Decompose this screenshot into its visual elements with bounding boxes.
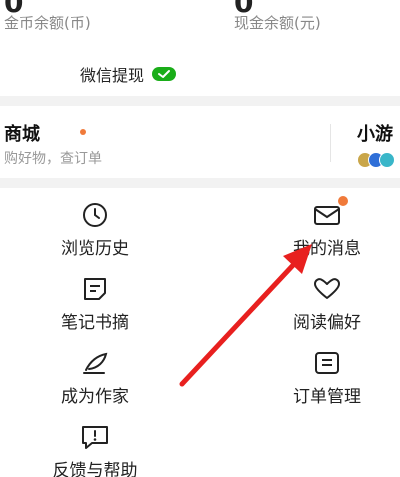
menu-item-label: 我的消息 — [293, 239, 361, 259]
shop-title[interactable]: 商城 — [4, 120, 40, 146]
menu-item-orders[interactable]: 订单管理 — [232, 350, 400, 407]
shop-new-dot — [80, 129, 86, 135]
menu-item-messages[interactable]: 我的消息 — [232, 196, 400, 259]
menu-item-label: 订单管理 — [293, 387, 361, 407]
clock-icon — [80, 202, 110, 228]
menu-item-feedback[interactable]: 反馈与帮助 — [0, 424, 190, 477]
menu-item-preferences[interactable]: 阅读偏好 — [232, 276, 400, 333]
menu-item-label: 反馈与帮助 — [52, 461, 138, 477]
balance-section: 0 金币余额(币) 0 现金余额(元) 微信提现 — [0, 0, 400, 96]
menu-item-notes[interactable]: 笔记书摘 — [0, 276, 190, 333]
cash-label[interactable]: 现金余额(元) — [234, 12, 321, 33]
wechat-icon — [152, 67, 177, 81]
menu-item-label: 成为作家 — [61, 387, 129, 407]
coins-label[interactable]: 金币余额(币) — [4, 12, 91, 33]
unread-dot — [338, 196, 348, 206]
menu-item-label: 阅读偏好 — [293, 313, 361, 333]
shop-card: 商城 购好物，查订单 小游 — [0, 106, 400, 178]
menu-item-become-writer[interactable]: 成为作家 — [0, 350, 190, 407]
menu-item-label: 笔记书摘 — [61, 313, 129, 333]
shop-subtitle[interactable]: 购好物，查订单 — [4, 148, 102, 168]
quill-icon — [80, 350, 110, 376]
note-icon — [80, 276, 110, 302]
withdraw-label: 微信提现 — [80, 66, 145, 85]
menu-grid: 浏览历史 我的消息 笔记书摘 阅读偏好 成为作家 订单管理 反馈与帮助 — [0, 188, 400, 477]
heart-icon — [312, 276, 342, 302]
mini-games-avatars[interactable] — [357, 152, 395, 168]
mini-games-title[interactable]: 小游 — [357, 120, 393, 146]
menu-item-history[interactable]: 浏览历史 — [0, 202, 190, 259]
feedback-icon — [80, 424, 110, 450]
wechat-withdraw-button[interactable]: 微信提现 — [80, 62, 177, 86]
order-icon — [312, 350, 342, 376]
shop-divider — [330, 124, 331, 162]
mail-icon — [312, 196, 348, 228]
avatar — [379, 152, 395, 168]
menu-item-label: 浏览历史 — [61, 239, 129, 259]
